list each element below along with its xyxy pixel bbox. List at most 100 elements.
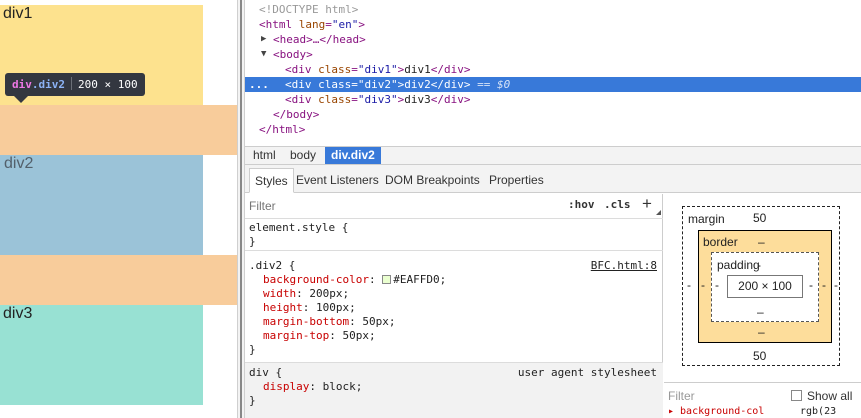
div3-text: div3 (3, 305, 33, 322)
div2-rule-close: } (249, 343, 256, 356)
div2-close-tag: </div> (430, 78, 471, 91)
margin-bottom-value[interactable]: 50 (753, 349, 766, 363)
content-size[interactable]: 200 × 100 (728, 279, 802, 293)
tab-dom-breakpoints[interactable]: DOM Breakpoints (380, 168, 485, 193)
decl-prop: display (263, 380, 310, 393)
show-all-checkbox[interactable] (791, 390, 802, 401)
styles-filter-bar: :hov .cls + (245, 194, 663, 219)
rule-menu-corner-icon[interactable] (656, 210, 661, 215)
div3-node-text: div3 (404, 93, 431, 106)
border-left-value[interactable]: - (701, 278, 705, 292)
decl-prop: background-color (263, 273, 369, 286)
margin-right-value[interactable]: - (834, 278, 838, 292)
element-style-close: } (249, 235, 256, 248)
body-open-tag: <body> (273, 48, 313, 61)
decl-background-color[interactable]: background-color: #EAFFD0; (263, 273, 446, 287)
decl-value: block; (322, 380, 363, 393)
dom-line-doctype[interactable]: <!DOCTYPE html> (245, 2, 861, 17)
div2-node-text: div2 (404, 78, 431, 91)
ua-rule-selector: div { (249, 366, 283, 379)
tab-styles[interactable]: Styles (249, 168, 294, 193)
breadcrumb-body[interactable]: body (284, 147, 322, 164)
computed-filter-input[interactable]: Filter (668, 389, 695, 403)
tab-event-listeners[interactable]: Event Listeners (291, 168, 384, 193)
margin-left-value[interactable]: - (687, 278, 691, 292)
div1-class-value: "div1" (357, 63, 398, 76)
div2-rule-source-link[interactable]: BFC.html:8 (591, 259, 657, 273)
margin-top-value[interactable]: 50 (753, 211, 766, 225)
computed-filter-bar: Filter Show all (664, 382, 861, 406)
div1-node-text: div1 (404, 63, 431, 76)
dom-line-body[interactable]: ▼ <body> (245, 47, 861, 62)
inspect-tooltip: div.div2 200 × 100 (5, 73, 145, 96)
div2-rule: .div2 { BFC.html:8 background-color: #EA… (245, 251, 663, 363)
div1-close-tag: </div> (430, 63, 471, 76)
dom-line-html-close[interactable]: </html> (245, 122, 861, 137)
padding-bottom-value[interactable]: – (757, 305, 764, 319)
border-bottom-value[interactable]: – (758, 325, 765, 339)
more-options-icon[interactable]: ... (249, 77, 269, 92)
border-right-value[interactable]: - (822, 278, 826, 292)
tooltip-tag: div (12, 78, 32, 91)
decl-width[interactable]: width: 200px; (263, 287, 349, 301)
html-lang-attr: lang (298, 18, 326, 31)
border-label: border (703, 235, 738, 249)
div3-open-tag: <div (285, 93, 312, 106)
expand-triangle-icon[interactable]: ▶ (261, 32, 266, 47)
decl-value: 50px; (362, 315, 396, 328)
computed-property-name: ▸ background-col (668, 406, 765, 417)
element-style-selector[interactable]: element.style { (249, 221, 348, 235)
div2-class-attr: class (318, 78, 352, 91)
tooltip-arrow (14, 96, 28, 103)
html-close-tag: </html> (259, 123, 306, 136)
class-toggle[interactable]: .cls (604, 198, 631, 211)
dom-line-body-close[interactable]: </body> (245, 107, 861, 122)
padding-right-value[interactable]: - (809, 278, 813, 292)
padding-left-value[interactable]: - (715, 278, 719, 292)
decl-margin-bottom[interactable]: margin-bottom: 50px; (263, 315, 395, 329)
add-rule-icon[interactable]: + (642, 194, 652, 214)
decl-prop: height (263, 301, 303, 314)
html-lang-value: "en" (331, 18, 359, 31)
html-open-tag: <html (259, 18, 293, 31)
decl-value: 100px; (316, 301, 356, 314)
breadcrumb-html[interactable]: html (247, 147, 282, 164)
user-agent-rule: div { user agent stylesheet display: blo… (245, 363, 663, 418)
color-swatch[interactable] (382, 275, 392, 284)
breadcrumb-div-div2[interactable]: div.div2 (325, 147, 381, 164)
dom-line-head[interactable]: ▶ <head>…</head> (245, 32, 861, 47)
sidebar-tabs: Styles Event Listeners DOM Breakpoints P… (245, 165, 861, 193)
styles-pane: :hov .cls + element.style { } .div2 { BF… (245, 194, 663, 418)
padding-label: padding (717, 258, 760, 272)
collapse-triangle-icon[interactable]: ▼ (261, 47, 266, 62)
decl-height[interactable]: height: 100px; (263, 301, 356, 315)
box-model-content[interactable]: 200 × 100 (727, 275, 803, 298)
dom-line-div3[interactable]: <div class="div3">div3</div> (245, 92, 861, 107)
element-style-rule: element.style { } (245, 219, 663, 251)
dom-line-div2-selected[interactable]: ... <div class="div2">div2</div> == $0 (245, 77, 861, 92)
tooltip-class: .div2 (31, 78, 65, 91)
selected-node-marker: == $0 (477, 78, 511, 91)
margin-label: margin (688, 212, 725, 226)
tooltip-size: 200 × 100 (78, 78, 138, 91)
border-top-value[interactable]: – (758, 235, 765, 249)
devtools-panel: <!DOCTYPE html> <html lang="en"> ▶ <head… (245, 0, 861, 418)
div3-class-value: "div3" (357, 93, 398, 106)
decl-value: 50px; (342, 329, 376, 342)
dom-line-div1[interactable]: <div class="div1">div1</div> (245, 62, 861, 77)
decl-margin-top[interactable]: margin-top: 50px; (263, 329, 376, 343)
dom-line-html[interactable]: <html lang="en"> (245, 17, 861, 32)
panel-splitter[interactable] (237, 0, 245, 418)
computed-property-row[interactable]: ▸ background-col rgb(23 (664, 406, 861, 418)
div2-text: div2 (4, 155, 34, 172)
box-model-pane: margin 50 50 - - border – – - - padding … (664, 194, 861, 418)
padding-top-value[interactable]: - (757, 258, 761, 272)
computed-property-value: rgb(23 (800, 406, 837, 417)
div1-text: div1 (3, 5, 33, 22)
decl-prop: width (263, 287, 297, 300)
tab-properties[interactable]: Properties (484, 168, 549, 193)
div2-rule-selector[interactable]: .div2 { (249, 259, 295, 273)
hover-state-toggle[interactable]: :hov (568, 198, 595, 211)
decl-prop: margin-top (263, 329, 330, 342)
styles-filter-input[interactable] (249, 199, 449, 213)
